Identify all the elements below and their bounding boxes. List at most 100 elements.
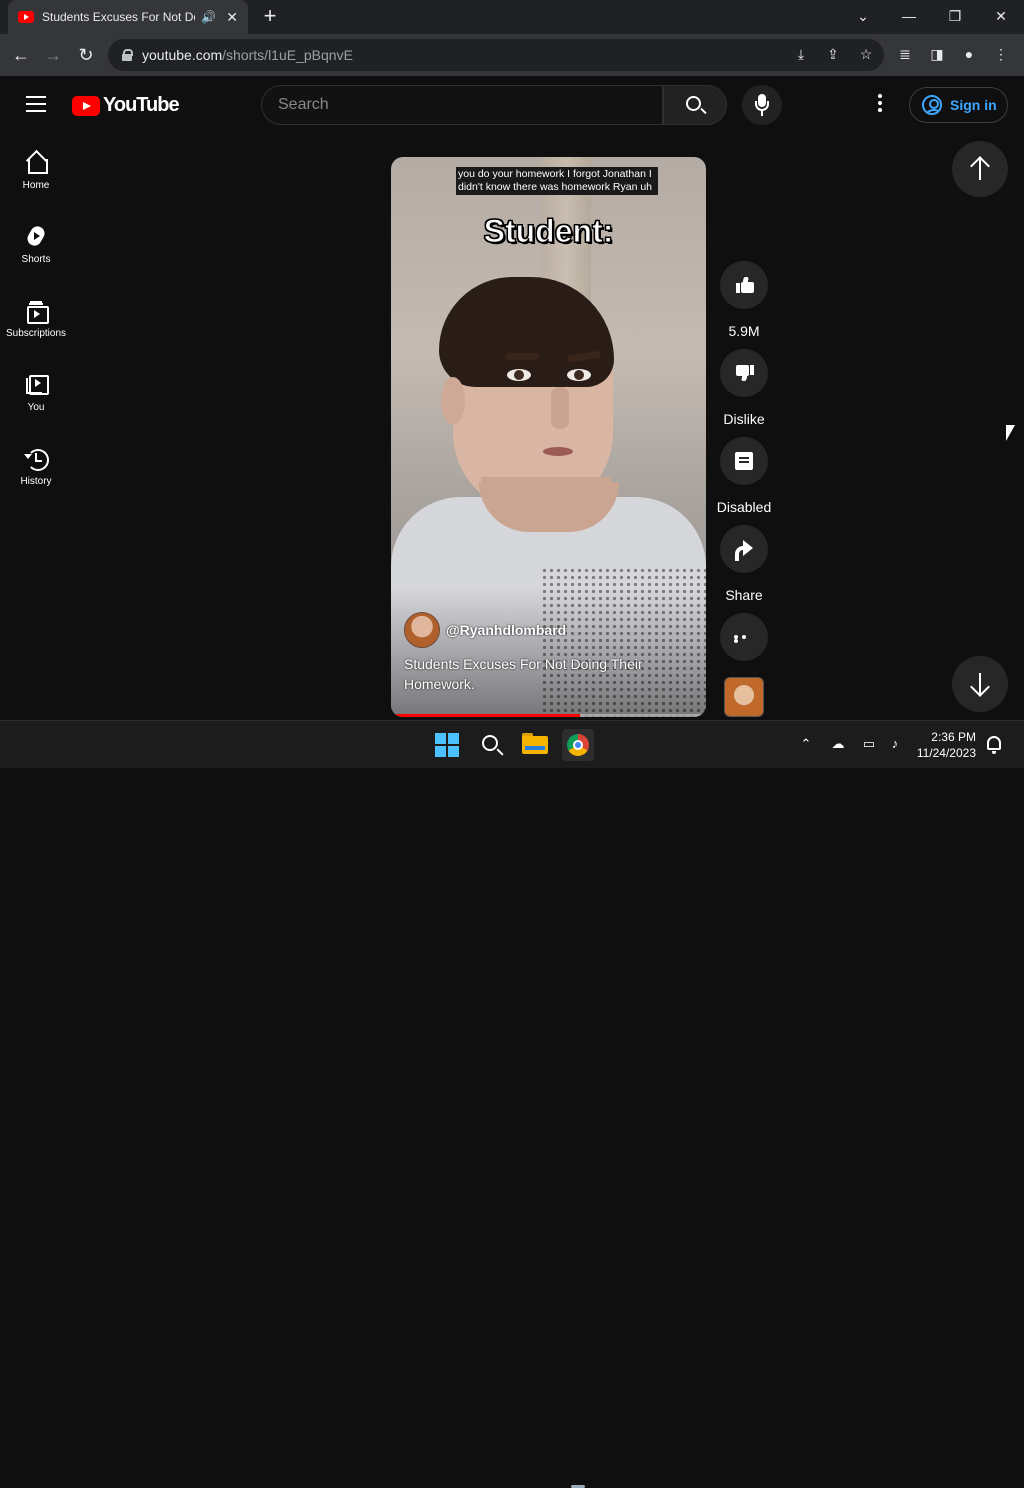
next-short-button[interactable] bbox=[952, 656, 1008, 712]
sidebar-item-label: Home bbox=[22, 180, 50, 191]
channel-info[interactable]: @Ryanhdlombard bbox=[404, 612, 566, 648]
share-label: Share bbox=[725, 587, 763, 603]
side-panel-icon[interactable]: ◨ bbox=[926, 43, 948, 65]
video-description: Students Excuses For Not Doing Their Hom… bbox=[404, 656, 643, 692]
file-explorer-icon[interactable] bbox=[519, 729, 551, 761]
comments-action: Disabled bbox=[716, 437, 772, 515]
back-button[interactable]: ← bbox=[8, 42, 34, 68]
shorts-video-player[interactable]: you do your homework I forgot Jonathan I… bbox=[391, 157, 706, 717]
url-path: /shorts/l1uE_pBqnvE bbox=[222, 47, 353, 63]
tab-title: Students Excuses For Not Do bbox=[42, 10, 196, 24]
logo-text: YouTube bbox=[103, 94, 180, 116]
sidebar-item-home[interactable]: Home bbox=[0, 132, 72, 206]
bookmark-star-icon[interactable]: ☆ bbox=[855, 43, 877, 65]
sidebar-item-subscriptions[interactable]: Subscriptions bbox=[0, 280, 72, 354]
sidebar-item-label: Subscriptions bbox=[5, 328, 67, 339]
new-tab-button[interactable]: + bbox=[258, 4, 282, 28]
taskbar-clock[interactable]: 2:36 PM 11/24/2023 bbox=[912, 729, 976, 761]
menu-hamburger-icon[interactable] bbox=[26, 96, 46, 112]
search-box[interactable] bbox=[261, 85, 663, 125]
sidebar-item-shorts[interactable]: Shorts bbox=[0, 206, 72, 280]
lock-icon[interactable] bbox=[122, 49, 133, 61]
video-overlay-title: Student: bbox=[483, 213, 614, 250]
sidebar-item-history[interactable]: History bbox=[0, 428, 72, 502]
share-page-icon[interactable]: ⇪ bbox=[822, 43, 844, 65]
video-progress-fill bbox=[391, 714, 580, 717]
video-person bbox=[439, 277, 629, 513]
youtube-play-icon bbox=[72, 95, 100, 116]
share-button[interactable] bbox=[720, 525, 768, 573]
tab-search-icon[interactable]: ⌄ bbox=[840, 0, 886, 34]
browser-tab-bar: Students Excuses For Not Do 🔊 ✕ + ⌄ — ❐ … bbox=[0, 0, 1024, 34]
chrome-icon[interactable] bbox=[562, 729, 594, 761]
network-icon[interactable]: ▭ bbox=[858, 733, 880, 755]
dislike-action: Dislike bbox=[716, 349, 772, 427]
youtube-favicon-icon bbox=[18, 11, 34, 23]
clock-date: 11/24/2023 bbox=[916, 746, 976, 760]
home-icon bbox=[24, 150, 48, 174]
search-icon bbox=[686, 96, 701, 111]
dislike-label: Dislike bbox=[723, 411, 765, 427]
more-horizontal-icon bbox=[734, 635, 754, 643]
youtube-header: YouTube Sign in bbox=[0, 76, 1024, 132]
like-count: 5.9M bbox=[728, 323, 760, 339]
voice-search-button[interactable] bbox=[742, 85, 782, 125]
tab-close-icon[interactable]: ✕ bbox=[226, 9, 238, 26]
channel-handle[interactable]: @Ryanhdlombard bbox=[446, 622, 566, 638]
sign-in-label: Sign in bbox=[950, 97, 997, 113]
video-progress-bar[interactable] bbox=[391, 714, 706, 717]
share-action: Share bbox=[716, 525, 772, 603]
thumbs-down-icon bbox=[736, 365, 754, 381]
minimize-button[interactable]: — bbox=[886, 0, 932, 34]
previous-short-button[interactable] bbox=[952, 141, 1008, 197]
tray-overflow-chevron-icon[interactable]: ⌃ bbox=[795, 733, 817, 755]
comments-label: Disabled bbox=[716, 499, 772, 515]
profile-icon[interactable]: ● bbox=[958, 43, 980, 65]
onedrive-offline-icon[interactable]: ☁ bbox=[827, 733, 849, 755]
search-button[interactable] bbox=[663, 85, 727, 125]
windows-start-icon[interactable] bbox=[432, 729, 464, 761]
forward-button[interactable]: → bbox=[40, 42, 66, 68]
notification-bell-icon[interactable] bbox=[987, 736, 1001, 754]
youtube-logo[interactable]: YouTube bbox=[72, 94, 180, 117]
sign-in-button[interactable]: Sign in bbox=[909, 87, 1008, 123]
comment-icon bbox=[735, 452, 753, 470]
comments-button[interactable] bbox=[720, 437, 768, 485]
address-bar[interactable]: youtube.com/shorts/l1uE_pBqnvE bbox=[108, 39, 884, 71]
dislike-button[interactable] bbox=[720, 349, 768, 397]
browser-tab[interactable]: Students Excuses For Not Do 🔊 ✕ bbox=[8, 0, 248, 34]
browser-toolbar: ← → ↻ youtube.com/shorts/l1uE_pBqnvE ⤓ ⇪… bbox=[0, 34, 1024, 76]
like-action: 5.9M bbox=[716, 261, 772, 339]
subscriptions-icon bbox=[24, 298, 49, 324]
volume-muted-icon[interactable]: ♪ bbox=[884, 733, 906, 755]
shorts-icon bbox=[24, 224, 48, 248]
you-icon bbox=[24, 372, 49, 396]
windows-taskbar: ⌃ ☁ ▭ ♪ 2:36 PM 11/24/2023 bbox=[0, 720, 1024, 1488]
install-icon[interactable]: ⤓ bbox=[790, 43, 812, 65]
settings-more-icon[interactable] bbox=[872, 94, 888, 114]
like-button[interactable] bbox=[720, 261, 768, 309]
window-close-button[interactable]: ✕ bbox=[978, 0, 1024, 34]
url-host: youtube.com bbox=[142, 47, 223, 63]
video-caption: you do your homework I forgot Jonathan I… bbox=[456, 167, 658, 195]
browser-menu-icon[interactable]: ⋮ bbox=[990, 43, 1012, 65]
thumbs-up-icon bbox=[736, 277, 754, 293]
sound-thumbnail[interactable] bbox=[724, 677, 764, 717]
restore-button[interactable]: ❐ bbox=[932, 0, 978, 34]
more-actions-button[interactable] bbox=[720, 613, 768, 661]
sidebar-item-label: You bbox=[27, 402, 45, 413]
sidebar-item-you[interactable]: You bbox=[0, 354, 72, 428]
share-icon bbox=[735, 539, 753, 561]
taskbar-search-icon[interactable] bbox=[476, 729, 508, 761]
sidebar-item-label: History bbox=[20, 476, 52, 487]
more-action bbox=[716, 613, 772, 661]
media-control-icon[interactable]: ≣ bbox=[894, 43, 916, 65]
reload-button[interactable]: ↻ bbox=[73, 42, 99, 68]
tab-audio-icon[interactable]: 🔊 bbox=[201, 10, 216, 24]
channel-avatar[interactable] bbox=[404, 612, 440, 648]
sidebar-item-label: Shorts bbox=[21, 254, 51, 265]
url-text: youtube.com/shorts/l1uE_pBqnvE bbox=[142, 47, 353, 63]
search-input[interactable] bbox=[278, 96, 662, 114]
clock-time: 2:36 PM bbox=[931, 730, 976, 744]
history-icon bbox=[24, 446, 49, 471]
